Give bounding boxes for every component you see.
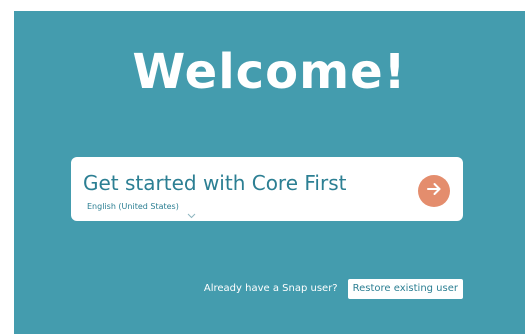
restore-existing-user-button[interactable]: Restore existing user bbox=[347, 279, 463, 299]
chevron-down-icon bbox=[187, 204, 196, 219]
welcome-screen: Welcome! Get started with Core First Eng… bbox=[14, 11, 525, 334]
arrow-right-icon bbox=[425, 180, 443, 202]
restore-row: Already have a Snap user? Restore existi… bbox=[204, 279, 463, 299]
existing-user-prompt: Already have a Snap user? bbox=[203, 283, 338, 294]
get-started-card[interactable]: Get started with Core First English (Uni… bbox=[71, 157, 463, 221]
language-label: English (United States) bbox=[87, 202, 179, 211]
language-selector[interactable]: English (United States) bbox=[87, 201, 196, 219]
welcome-title: Welcome! bbox=[132, 44, 407, 100]
get-started-button[interactable] bbox=[418, 175, 450, 207]
get-started-title: Get started with Core First bbox=[83, 171, 347, 195]
